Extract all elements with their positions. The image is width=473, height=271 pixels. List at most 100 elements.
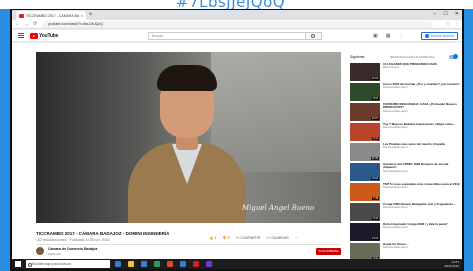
save-button[interactable]: ≡+ GUARDAR xyxy=(266,236,289,240)
search-input[interactable]: Buscar xyxy=(148,32,306,40)
video-thumbnail[interactable]: 11:30 xyxy=(350,143,380,161)
background-window-light xyxy=(211,52,341,172)
autoplay-toggle[interactable] xyxy=(449,54,458,59)
recommended-video-meta: Recomendado para ti xyxy=(383,146,408,150)
reload-icon[interactable]: ⟳ xyxy=(33,21,37,28)
recommended-video[interactable]: 7:48 TOP 5 cosas separadas más comestible… xyxy=(350,183,460,203)
taskbar-app-icon[interactable] xyxy=(141,261,147,267)
recommendations-list: 10:24 10 LUGARES QUE PROBARON CAOS Más Cur… xyxy=(350,63,460,263)
video-duration: 15:02 xyxy=(370,177,379,180)
recommended-video[interactable]: 13:19 Robot Aspirador Conga 2090 | ¿Vale … xyxy=(350,223,460,243)
recommended-video-info: TOP 5 cosas separadas más comestibles pa… xyxy=(383,183,460,203)
close-window-icon[interactable]: ✕ xyxy=(455,10,459,19)
video-duration: 12:07 xyxy=(370,117,379,120)
maximize-icon[interactable]: ☐ xyxy=(443,10,447,19)
taskbar-app-icon[interactable] xyxy=(206,261,212,267)
video-duration: 6:33 xyxy=(372,217,379,220)
taskbar-app-icon[interactable] xyxy=(128,261,134,267)
recommended-video-meta: Recomendado para ti xyxy=(383,126,408,130)
recommended-video-title[interactable]: Ganamos del CÓMIC 1998 Después de cuenta… xyxy=(383,163,460,170)
more-actions-icon[interactable]: ··· xyxy=(295,236,299,240)
video-player[interactable]: Miguel Angel Bueno xyxy=(36,52,341,223)
minimize-icon[interactable]: – xyxy=(434,10,437,19)
recommended-video-info: 10 LUGARES QUE PROBARON CAOS Más Curiosos xyxy=(383,63,460,83)
youtube-logo-text: YouTube xyxy=(39,33,59,39)
tab-title: TICCRAMBO 2017 - CÁMARA BADAJOZ xyxy=(26,13,79,18)
taskbar-app-icon[interactable] xyxy=(167,261,173,267)
recommended-video-info: Las Pruebas más raras del mundo | España… xyxy=(383,143,460,163)
recommended-video-info: Curso 2018 de Cocinar ¿Por y cuántas? ¿m… xyxy=(383,83,460,103)
browser-tab[interactable]: TICCRAMBO 2017 - CÁMARA BADAJOZ × xyxy=(16,11,86,20)
recommended-video-meta: Recomendado para ti xyxy=(383,109,408,113)
recommended-video[interactable]: 11:30 Las Pruebas más raras del mundo | E… xyxy=(350,143,460,163)
youtube-play-icon xyxy=(30,33,38,39)
back-icon[interactable]: ← xyxy=(15,21,20,28)
recommended-video-info: Conga 2090 Review Navigation test y Freg… xyxy=(383,203,460,223)
forward-icon[interactable]: → xyxy=(24,21,29,28)
channel-name[interactable]: Cámara de Comercio Badajoz xyxy=(48,247,97,251)
recommended-video-title[interactable]: CONSUMO DESLIZABLE: CASA ¿Probando Nuevo… xyxy=(383,103,460,110)
search-button[interactable] xyxy=(306,32,322,40)
browser-tab-bar: TICCRAMBO 2017 - CÁMARA BADAJOZ × + – ☐ … xyxy=(12,10,462,20)
video-duration: 8:15 xyxy=(372,97,379,100)
taskbar-app-icon[interactable] xyxy=(154,261,160,267)
tab-close-icon[interactable]: × xyxy=(81,13,83,18)
video-thumbnail[interactable]: 9:41 xyxy=(350,123,380,141)
video-thumbnail[interactable]: 7:48 xyxy=(350,183,380,201)
video-thumbnail[interactable]: 12:07 xyxy=(350,103,380,121)
share-button[interactable]: ↪ COMPARTIR xyxy=(236,236,261,240)
upload-video-icon[interactable]: ▣ xyxy=(373,32,378,40)
recommended-video[interactable]: 6:33 Conga 2090 Review Navigation test y … xyxy=(350,203,460,223)
autoplay-label: REPRODUCCIÓN AUTOMÁTICA xyxy=(390,55,435,59)
account-icon xyxy=(424,34,429,38)
search-icon xyxy=(311,34,315,38)
recommended-video[interactable]: 10:24 10 LUGARES QUE PROBARON CAOS Más Cur… xyxy=(350,63,460,83)
taskbar-search-input[interactable]: Escribe aquí para buscar xyxy=(26,260,110,268)
watch-page: Miguel Angel Bueno TICCRAMBO 2017 - CÁMA… xyxy=(12,43,462,261)
recommended-video[interactable]: 8:15 Curso 2018 de Cocinar ¿Por y cuántas… xyxy=(350,83,460,103)
bookmark-star-icon[interactable]: ☆ xyxy=(446,21,450,28)
video-thumbnail[interactable]: 13:19 xyxy=(350,223,380,241)
recommended-video[interactable]: 15:02 Ganamos del CÓMIC 1998 Después de c… xyxy=(350,163,460,183)
subscribe-button[interactable]: SUSCRIBIRSE xyxy=(316,248,341,255)
video-duration: 11:30 xyxy=(370,157,379,160)
recommended-video-info: Ganamos del CÓMIC 1998 Después de cuenta… xyxy=(383,163,460,183)
video-thumbnail[interactable]: 10:24 xyxy=(350,63,380,81)
screen: TICCRAMBO 2017 - CÁMARA BADAJOZ × + – ☐ … xyxy=(12,10,462,269)
apps-grid-icon[interactable]: ▦ xyxy=(386,32,391,40)
sign-in-button[interactable]: INICIAR SESIÓN xyxy=(420,32,458,40)
video-title: TICCRAMBO 2017 - CÁMARA BADAJOZ - DOMINI… xyxy=(36,231,170,236)
hamburger-menu-icon[interactable] xyxy=(18,33,24,38)
video-duration: 10:24 xyxy=(370,77,379,80)
windows-start-icon[interactable] xyxy=(15,261,21,267)
taskbar-app-icon[interactable] xyxy=(193,261,199,267)
youtube-logo[interactable]: YouTube xyxy=(30,33,58,39)
video-thumbnail[interactable]: 15:02 xyxy=(350,163,380,181)
dislike-button[interactable]: 👎 0 xyxy=(222,236,229,240)
video-thumbnail[interactable]: 6:33 xyxy=(350,203,380,221)
settings-more-icon[interactable]: ⋮ xyxy=(398,32,403,40)
system-tray-clock[interactable]: 12:51 25/11/2019 xyxy=(444,260,459,268)
recommended-video[interactable]: 12:07 CONSUMO DESLIZABLE: CASA ¿Probando … xyxy=(350,103,460,123)
video-duration: 7:48 xyxy=(372,197,379,200)
video-lower-third-caption: Miguel Angel Bueno xyxy=(242,204,315,212)
sign-in-label: INICIAR SESIÓN xyxy=(430,34,454,38)
recommended-video-meta: Recomendado para ti xyxy=(383,226,408,230)
recommended-video-meta: Recomendado para ti xyxy=(383,206,408,210)
like-button[interactable]: 👍 1 xyxy=(209,236,216,240)
channel-avatar[interactable] xyxy=(36,247,44,255)
taskbar-app-icon[interactable] xyxy=(115,261,121,267)
video-thumbnail[interactable]: 8:15 xyxy=(350,83,380,101)
top-strip: #7LbsJJeJQoQ xyxy=(0,0,473,9)
tray-date: 25/11/2019 xyxy=(444,264,459,268)
url-input[interactable]: youtube.com/watch?v=lbsJJeJQoQ xyxy=(42,21,432,28)
recommended-video-meta: Recomendado para ti xyxy=(383,169,408,173)
taskbar-app-icon[interactable] xyxy=(180,261,186,267)
recommended-video[interactable]: 9:41 Top 7 Mejores Bebidas Impresiones | … xyxy=(350,123,460,143)
address-bar: ← → ⟳ youtube.com/watch?v=lbsJJeJQoQ ☆ ⋮ xyxy=(12,20,462,29)
new-tab-button[interactable]: + xyxy=(89,11,93,19)
browser-menu-icon[interactable]: ⋮ xyxy=(454,21,459,28)
window-controls: – ☐ ✕ xyxy=(434,10,459,19)
video-view-count: 152 visualizaciones · Publicado el 28 no… xyxy=(36,238,110,242)
up-next-heading: Siguiente xyxy=(350,55,365,59)
